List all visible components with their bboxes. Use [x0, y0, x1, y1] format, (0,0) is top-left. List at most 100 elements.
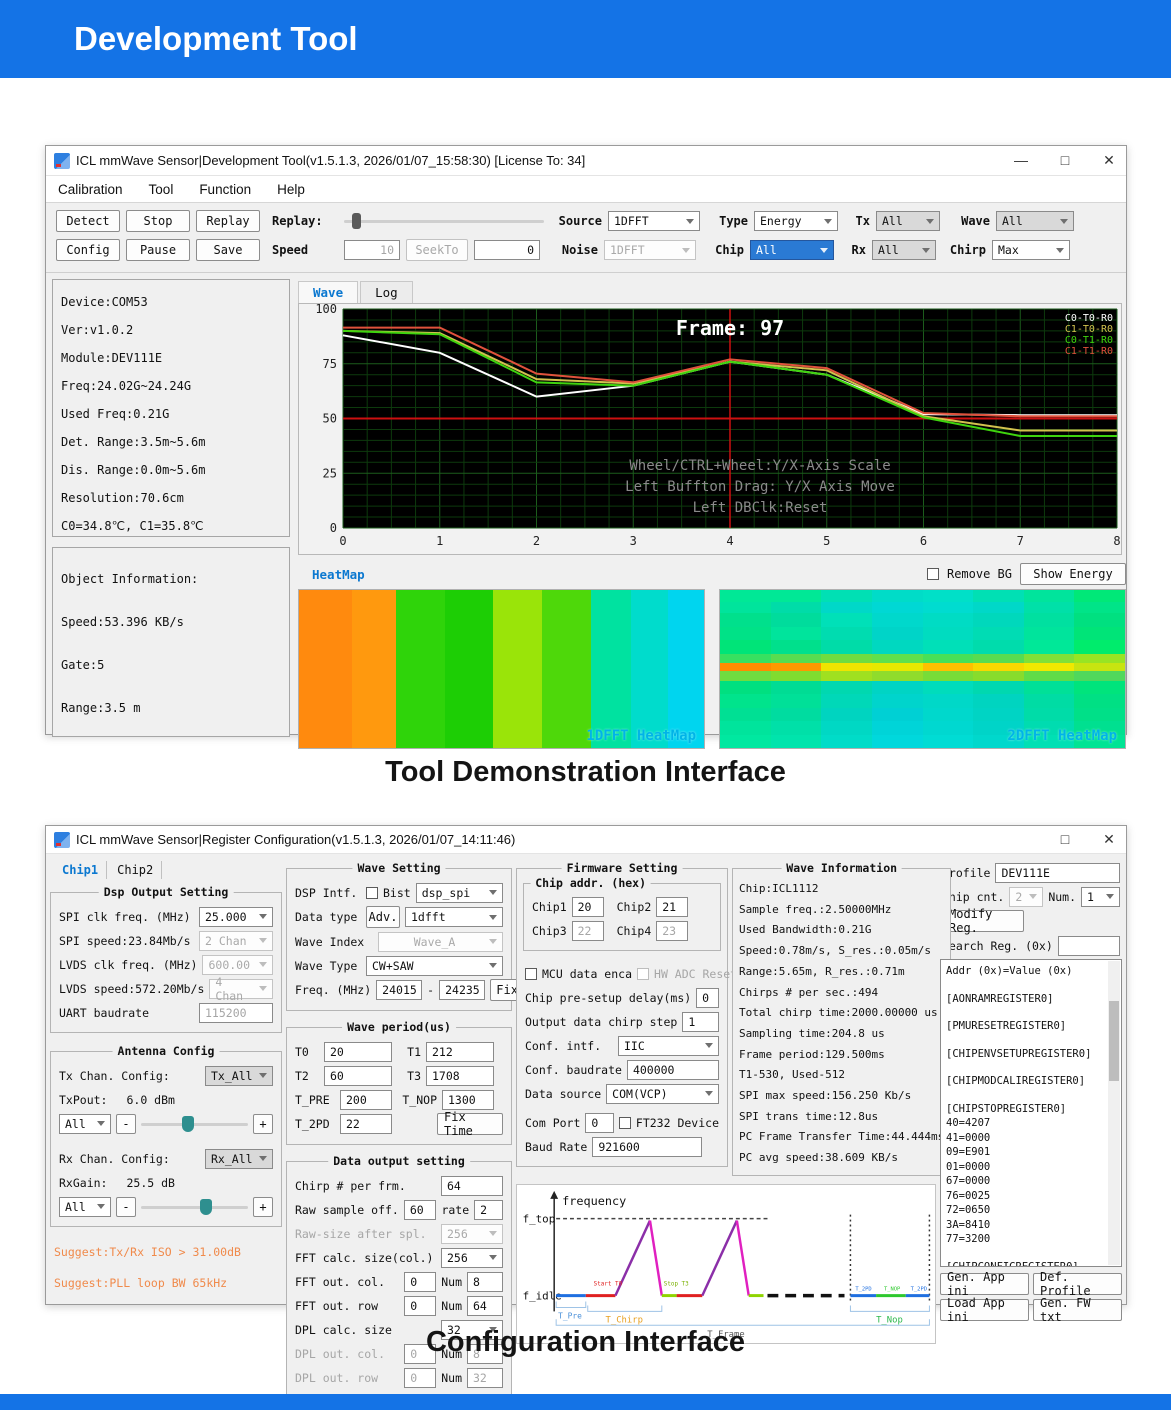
remove-bg-checkbox[interactable]: [927, 568, 939, 580]
rx-select[interactable]: All: [872, 240, 936, 260]
tx-chan-select[interactable]: Tx_All: [205, 1066, 273, 1086]
chip1-input[interactable]: 20: [572, 897, 604, 917]
rate-input[interactable]: 2: [474, 1200, 503, 1220]
rx-all-select[interactable]: All: [59, 1197, 111, 1217]
adv-button[interactable]: Adv.: [366, 906, 400, 928]
chirp-select[interactable]: Max: [992, 240, 1070, 260]
tx-all-select[interactable]: All: [59, 1114, 111, 1134]
dsp-intf-select[interactable]: dsp_spi: [416, 883, 503, 903]
register-listbox[interactable]: Addr (0x)=Value (0x)[AONRAMREGISTER0][PM…: [940, 959, 1122, 1267]
profile-input[interactable]: DEV111E: [995, 863, 1120, 883]
data-type-select[interactable]: 1dfft: [405, 907, 503, 927]
tab-chip1[interactable]: Chip1: [54, 861, 107, 879]
config-button[interactable]: Config: [56, 239, 120, 261]
txpout-slider[interactable]: [141, 1114, 248, 1134]
raw-off-input[interactable]: 60: [404, 1200, 437, 1220]
fftrow-input[interactable]: 0: [404, 1296, 436, 1316]
freq-min-input[interactable]: 24015: [376, 980, 422, 1000]
heatmap-1dfft[interactable]: 1DFFT HeatMap: [298, 589, 705, 749]
source-select[interactable]: 1DFFT: [608, 211, 700, 231]
profile-action-button[interactable]: Def. Profile: [1033, 1273, 1122, 1295]
profile-action-button[interactable]: Gen. App ini: [940, 1273, 1029, 1295]
conf-intf-select[interactable]: IIC: [618, 1036, 719, 1056]
minimize-icon[interactable]: —: [1012, 152, 1030, 169]
baud-rate-input[interactable]: 921600: [592, 1137, 702, 1157]
save-button[interactable]: Save: [196, 239, 260, 261]
maximize-icon[interactable]: □: [1056, 831, 1074, 848]
wave-select[interactable]: All: [996, 211, 1074, 231]
ft232-checkbox[interactable]: [619, 1117, 631, 1129]
wave-chart[interactable]: 0255075100012345678Frame: 97C0-T0-R0C1-T…: [298, 303, 1122, 555]
profile-action-button[interactable]: Gen. FW txt: [1033, 1299, 1122, 1321]
chip-cnt-select[interactable]: 2: [1009, 887, 1043, 907]
rx-minus-button[interactable]: -: [116, 1197, 136, 1217]
menu-help[interactable]: Help: [277, 182, 305, 197]
tab-heatmap[interactable]: HeatMap: [298, 563, 379, 585]
tx-plus-button[interactable]: +: [253, 1114, 273, 1134]
chip-select[interactable]: All: [750, 240, 834, 260]
chip3-input[interactable]: 22: [572, 921, 604, 941]
replay-button[interactable]: Replay: [196, 210, 260, 232]
show-energy-button[interactable]: Show Energy: [1020, 563, 1126, 585]
t2-input[interactable]: 60: [324, 1066, 392, 1086]
menu-tool[interactable]: Tool: [149, 182, 174, 197]
lvds-speed-select[interactable]: 4 Chan: [209, 979, 273, 999]
tab-chip2[interactable]: Chip2: [109, 861, 162, 879]
num-select[interactable]: 1: [1081, 887, 1120, 907]
rx-plus-button[interactable]: +: [253, 1197, 273, 1217]
rx-chan-select[interactable]: Rx_All: [205, 1149, 273, 1169]
menu-calibration[interactable]: Calibration: [58, 182, 123, 197]
tx-minus-button[interactable]: -: [116, 1114, 136, 1134]
tab-log[interactable]: Log: [360, 281, 413, 303]
dplrow-input[interactable]: 0: [404, 1368, 436, 1388]
freq-max-input[interactable]: 24235: [439, 980, 485, 1000]
seekto-input[interactable]: 0: [474, 240, 540, 260]
search-reg-input[interactable]: [1058, 936, 1120, 956]
bist-checkbox[interactable]: [366, 887, 378, 899]
pause-button[interactable]: Pause: [126, 239, 190, 261]
tab-wave[interactable]: Wave: [298, 281, 358, 303]
t2pd-input[interactable]: 22: [340, 1114, 392, 1134]
dplrow-num-input[interactable]: 32: [467, 1368, 503, 1388]
replay-slider[interactable]: [344, 211, 544, 231]
chirpstep-input[interactable]: 1: [682, 1012, 719, 1032]
maximize-icon[interactable]: □: [1056, 152, 1074, 169]
fftcol-num-input[interactable]: 8: [467, 1272, 503, 1292]
chip4-input[interactable]: 23: [656, 921, 688, 941]
chirp-per-frm-input[interactable]: 64: [441, 1176, 503, 1196]
t0-input[interactable]: 20: [324, 1042, 392, 1062]
uart-baudrate-input[interactable]: 115200: [199, 1003, 273, 1023]
spi-clk-select[interactable]: 25.000: [199, 907, 273, 927]
mcu-data-checkbox[interactable]: [525, 968, 537, 980]
t1-input[interactable]: 212: [426, 1042, 494, 1062]
speed-input[interactable]: 10: [344, 240, 400, 260]
spi-speed-select[interactable]: 2 Chan: [199, 931, 273, 951]
fftcalc-select[interactable]: 256: [441, 1248, 503, 1268]
rxgain-slider[interactable]: [141, 1197, 248, 1217]
conf-baud-input[interactable]: 400000: [627, 1060, 719, 1080]
lvds-clk-select[interactable]: 600.00: [202, 955, 273, 975]
fftcol-input[interactable]: 0: [404, 1272, 436, 1292]
wave-type-select[interactable]: CW+SAW: [366, 956, 503, 976]
type-select[interactable]: Energy: [754, 211, 838, 231]
detect-button[interactable]: Detect: [56, 210, 120, 232]
fftrow-num-input[interactable]: 64: [467, 1296, 503, 1316]
t3-input[interactable]: 1708: [426, 1066, 494, 1086]
tnop-input[interactable]: 1300: [442, 1090, 494, 1110]
chip2-input[interactable]: 21: [656, 897, 688, 917]
stop-button[interactable]: Stop: [126, 210, 190, 232]
hw-adc-checkbox[interactable]: [637, 968, 649, 980]
data-source-select[interactable]: COM(VCP): [606, 1084, 719, 1104]
close-icon[interactable]: ✕: [1100, 831, 1118, 848]
tpre-input[interactable]: 200: [340, 1090, 392, 1110]
fix-time-button[interactable]: Fix Time: [437, 1113, 503, 1135]
heatmap-2dfft[interactable]: 2DFFT HeatMap: [719, 589, 1126, 749]
wave-index-select[interactable]: Wave_A: [378, 932, 503, 952]
scrollbar[interactable]: [1108, 961, 1120, 1265]
rawsize-select[interactable]: 256: [441, 1224, 503, 1244]
presetup-input[interactable]: 0: [696, 988, 719, 1008]
tx-select[interactable]: All: [876, 211, 940, 231]
menu-function[interactable]: Function: [199, 182, 251, 197]
com-port-input[interactable]: 0: [585, 1113, 614, 1133]
noise-select[interactable]: 1DFFT: [604, 240, 696, 260]
